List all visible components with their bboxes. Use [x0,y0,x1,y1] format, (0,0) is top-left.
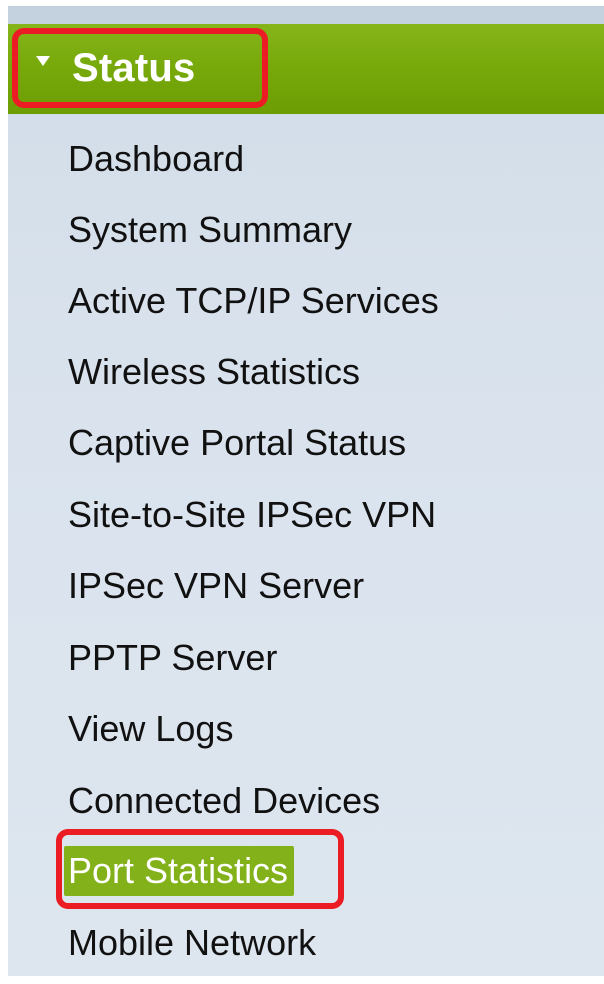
menu-item-site-to-site-ipsec-vpn[interactable]: Site-to-Site IPSec VPN [68,490,436,540]
menu-item-system-summary[interactable]: System Summary [68,205,352,255]
caret-down-icon [36,56,50,66]
menu-item-pptp-server[interactable]: PPTP Server [68,633,277,683]
menu-item-port-statistics[interactable]: Port Statistics [64,846,295,896]
menu-item-dashboard[interactable]: Dashboard [68,134,244,184]
status-section-label: Status [72,45,196,90]
menu-item-view-logs[interactable]: View Logs [68,704,233,754]
nav-top-strip [8,6,604,24]
menu-item-captive-portal-status[interactable]: Captive Portal Status [68,418,406,468]
menu-item-connected-devices[interactable]: Connected Devices [68,776,380,826]
menu-item-active-tcp-ip-services[interactable]: Active TCP/IP Services [68,276,439,326]
menu-item-ipsec-vpn-server[interactable]: IPSec VPN Server [68,561,364,611]
menu-item-mobile-network[interactable]: Mobile Network [68,918,316,968]
screenshot-frame: Status Dashboard System Summary Active T… [0,0,604,984]
status-section-header[interactable]: Status [28,40,195,96]
menu-item-wireless-statistics[interactable]: Wireless Statistics [68,347,360,397]
